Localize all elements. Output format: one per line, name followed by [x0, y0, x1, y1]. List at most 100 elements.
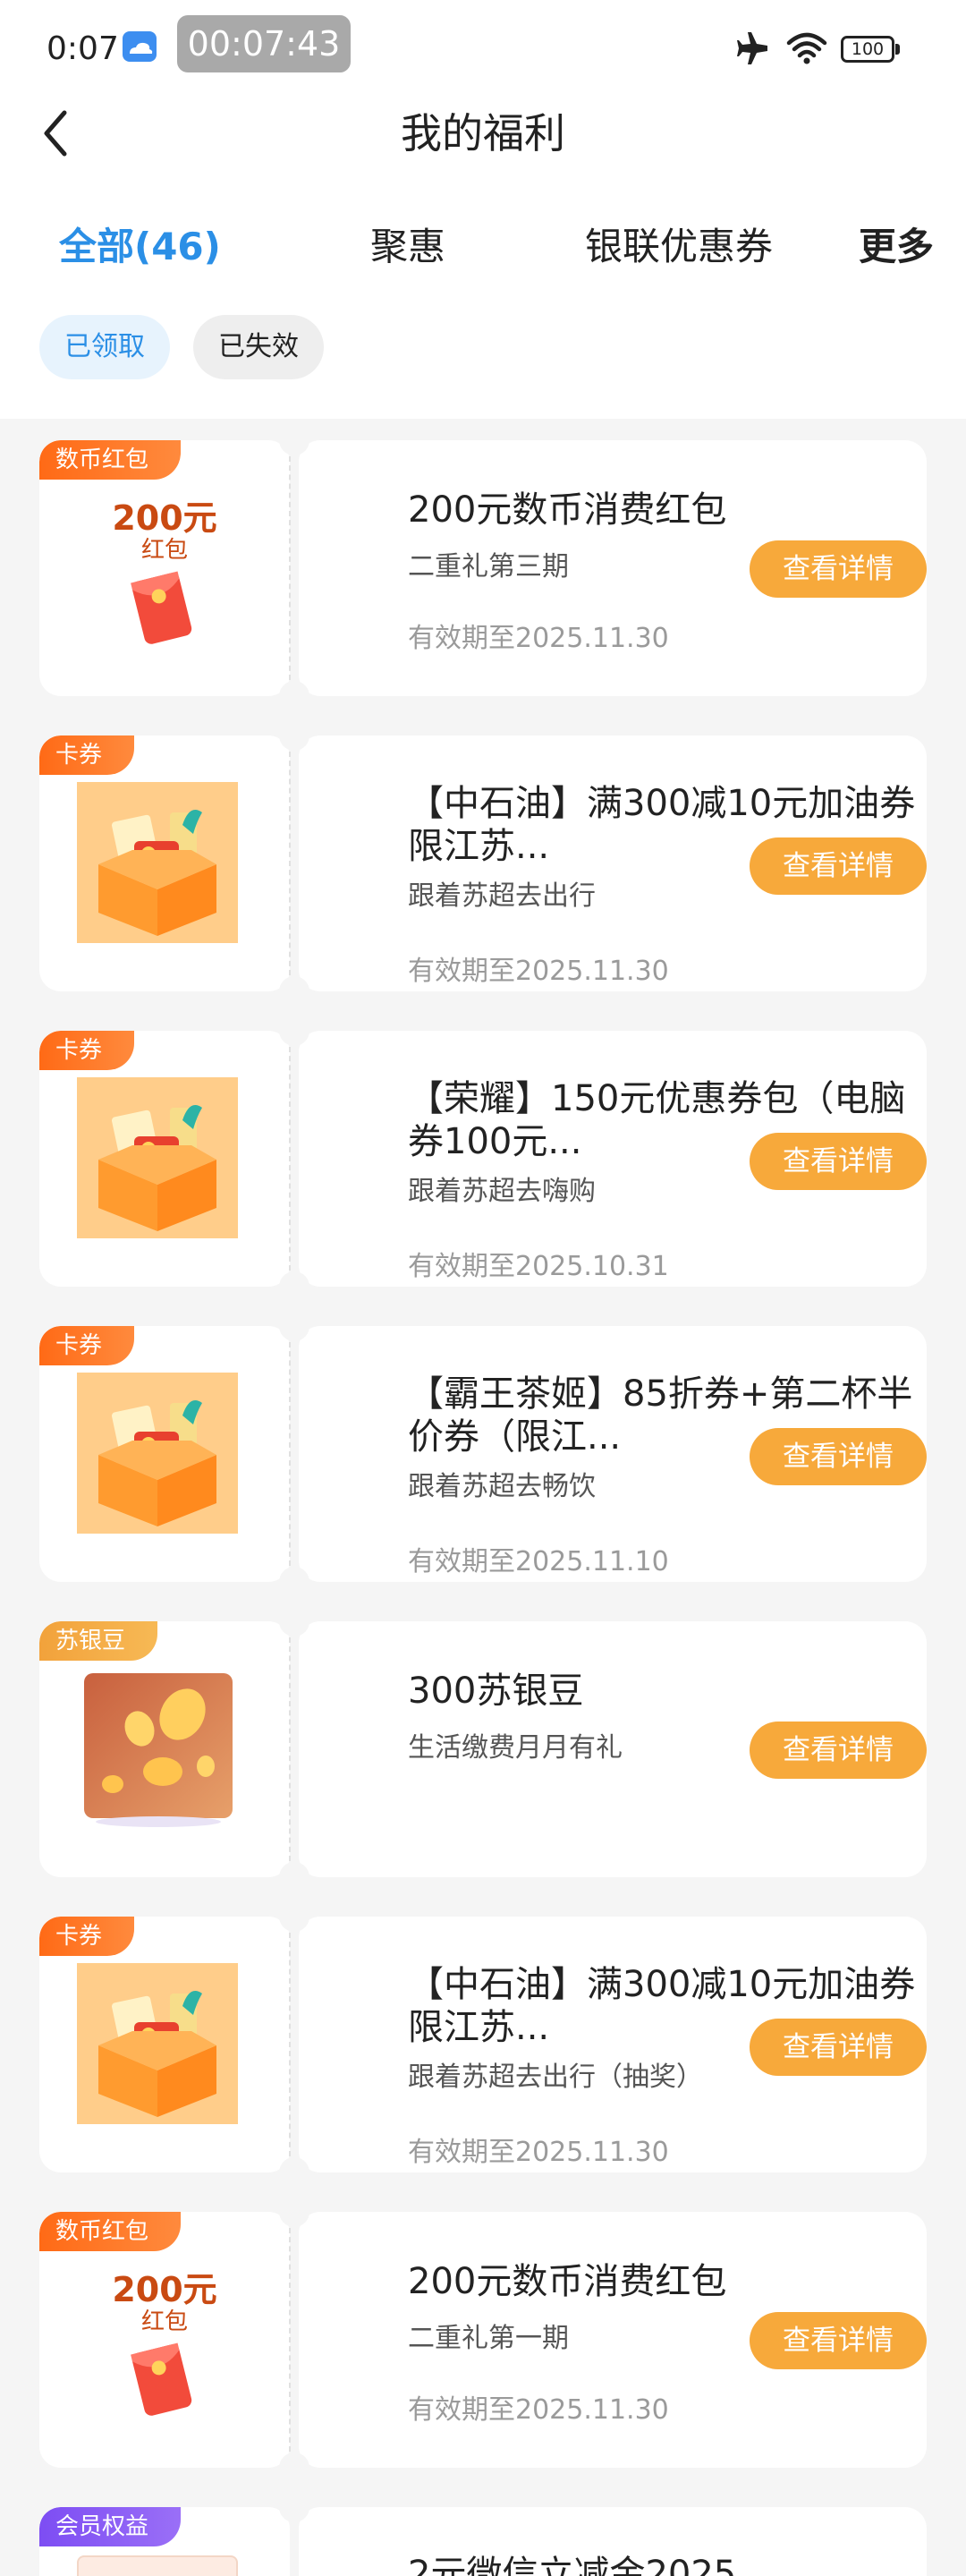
card-thumb-panel: 200元 红包 数币红包 — [39, 440, 290, 696]
hongbao-label: 红包 — [140, 2308, 188, 2335]
tab-unionpay-coupons[interactable]: 银联优惠券 — [585, 211, 773, 283]
ticket-notch — [279, 1311, 309, 1341]
page-title: 我的福利 — [401, 109, 565, 157]
benefit-card[interactable]: 200元 红包 数币红包 200元数币消费红包 二重礼第一期 有效期至2025.… — [39, 2197, 927, 2483]
benefit-expiry: 有效期至2025.10.31 — [408, 1251, 669, 1282]
member-thumb — [77, 2555, 238, 2576]
card-thumb-panel: 苏银豆 — [39, 1621, 290, 1877]
dashed-divider — [289, 456, 291, 680]
benefit-expiry: 有效期至2025.11.30 — [408, 2394, 669, 2426]
benefit-subtitle: 跟着苏超去出行 — [408, 880, 596, 912]
benefit-subtitle: 二重礼第三期 — [408, 551, 569, 582]
benefit-subtitle: 跟着苏超去嗨购 — [408, 1176, 596, 1207]
benefit-card[interactable]: 200元 红包 数币红包 200元数币消费红包 二重礼第三期 有效期至2025.… — [39, 425, 927, 711]
gift-box-icon — [77, 1077, 238, 1238]
benefit-subtitle: 生活缴费月月有礼 — [408, 1732, 623, 1764]
benefit-card[interactable]: 卡券 【霸王茶姬】85折券+第二杯半价券（限江... 跟着苏超去畅饮 有效期至2… — [39, 1311, 927, 1597]
card-info-panel: 300苏银豆 生活缴费月月有礼 查看详情 — [299, 1621, 927, 1877]
red-envelope-icon — [131, 571, 192, 644]
status-bar: 0:07 00:07:43 100 — [0, 0, 966, 89]
benefit-card[interactable]: 卡券 【中石油】满300减10元加油券限江苏... 跟着苏超去出行 有效期至20… — [39, 720, 927, 1007]
tab-juhui[interactable]: 聚惠 — [370, 211, 445, 283]
benefit-subtitle: 跟着苏超去畅饮 — [408, 1471, 596, 1502]
view-details-button[interactable]: 查看详情 — [750, 540, 927, 598]
ticket-notch — [279, 1901, 309, 1932]
benefit-title: 200元数币消费红包 — [408, 489, 727, 531]
card-info-panel: 200元数币消费红包 二重礼第三期 有效期至2025.11.30 查看详情 — [299, 440, 927, 696]
benefit-expiry: 有效期至2025.11.30 — [408, 956, 669, 987]
category-badge: 数币红包 — [39, 2212, 182, 2251]
ticket-notch — [279, 425, 309, 455]
card-thumb-panel: 200元 红包 数币红包 — [39, 2212, 290, 2468]
benefit-card[interactable]: 卡券 【荣耀】150元优惠券包（电脑券100元... 跟着苏超去嗨购 有效期至2… — [39, 1016, 927, 1302]
dashed-divider — [289, 1342, 291, 1566]
battery-icon: 100 — [841, 36, 900, 63]
benefit-subtitle: 二重礼第一期 — [408, 2323, 569, 2354]
card-thumb-panel: 卡券 — [39, 1917, 290, 2172]
card-info-panel: 200元数币消费红包 二重礼第一期 有效期至2025.11.30 查看详情 — [299, 2212, 927, 2468]
benefit-card[interactable]: 苏银豆 300苏银豆 生活缴费月月有礼 查看详情 — [39, 1606, 927, 1892]
hongbao-label: 红包 — [140, 537, 188, 564]
tab-all[interactable]: 全部(46) — [59, 211, 221, 283]
benefit-expiry: 有效期至2025.11.10 — [408, 1546, 669, 1577]
tab-bar: 全部(46) 聚惠 银联优惠券 更多 — [0, 211, 966, 283]
ticket-notch — [279, 976, 309, 1007]
card-info-panel: 【中石油】满300减10元加油券限江苏... 跟着苏超去出行（抽奖） 有效期至2… — [299, 1917, 927, 2172]
nav-bar: 我的福利 — [0, 89, 966, 179]
card-info-panel: 2元微信立减金2025 — [299, 2507, 927, 2576]
view-details-button[interactable]: 查看详情 — [750, 2019, 927, 2076]
category-badge: 卡券 — [39, 1326, 135, 1365]
ticket-notch — [279, 2492, 309, 2522]
category-badge: 卡券 — [39, 1031, 135, 1070]
view-details-button[interactable]: 查看详情 — [750, 1722, 927, 1779]
card-thumb-panel: 卡券 — [39, 735, 290, 991]
benefit-card[interactable]: 卡券 【中石油】满300减10元加油券限江苏... 跟着苏超去出行（抽奖） 有效… — [39, 1901, 927, 2188]
gift-box-icon — [77, 782, 238, 943]
tab-more[interactable]: 更多 — [859, 211, 934, 283]
category-badge: 卡券 — [39, 735, 135, 775]
category-badge: 数币红包 — [39, 440, 182, 480]
dashed-divider — [289, 2228, 291, 2452]
ticket-notch — [279, 2197, 309, 2227]
card-info-panel: 【中石油】满300减10元加油券限江苏... 跟着苏超去出行 有效期至2025.… — [299, 735, 927, 991]
benefit-card[interactable]: 会员权益 2元微信立减金2025 — [39, 2492, 927, 2576]
card-thumb-panel: 卡券 — [39, 1326, 290, 1582]
card-thumb-panel: 会员权益 — [39, 2507, 290, 2576]
benefit-title: 300苏银豆 — [408, 1671, 584, 1712]
category-badge: 苏银豆 — [39, 1621, 158, 1661]
dashed-divider — [289, 1933, 291, 2156]
ticket-notch — [279, 2157, 309, 2188]
view-details-button[interactable]: 查看详情 — [750, 1133, 927, 1190]
view-details-button[interactable]: 查看详情 — [750, 1428, 927, 1485]
filter-claimed[interactable]: 已领取 — [39, 315, 170, 379]
ticket-notch — [279, 1567, 309, 1597]
gift-box-icon — [77, 1963, 238, 2124]
wifi-icon — [786, 32, 827, 64]
ticket-notch — [279, 720, 309, 751]
battery-level: 100 — [841, 36, 894, 63]
beans-icon — [84, 1673, 233, 1827]
benefit-title: 200元数币消费红包 — [408, 2261, 727, 2302]
ticket-notch — [279, 1271, 309, 1302]
red-envelope-icon — [131, 2342, 192, 2416]
screen-recorder-timer[interactable]: 00:07:43 — [177, 15, 351, 72]
dashed-divider — [289, 1637, 291, 1861]
view-details-button[interactable]: 查看详情 — [750, 837, 927, 895]
status-time: 0:07 — [47, 30, 119, 67]
card-info-panel: 【荣耀】150元优惠券包（电脑券100元... 跟着苏超去嗨购 有效期至2025… — [299, 1031, 927, 1287]
benefit-title: 2元微信立减金2025 — [408, 2554, 737, 2576]
view-details-button[interactable]: 查看详情 — [750, 2312, 927, 2369]
benefit-expiry: 有效期至2025.11.30 — [408, 623, 669, 654]
ticket-notch — [279, 2453, 309, 2483]
header-area: 0:07 00:07:43 100 我的福利 全部(46) 聚惠 银联优惠券 更… — [0, 0, 966, 419]
dashed-divider — [289, 1047, 291, 1271]
battery-tip — [895, 44, 900, 55]
category-badge: 卡券 — [39, 1917, 135, 1956]
weather-icon — [123, 31, 157, 62]
benefit-subtitle: 跟着苏超去出行（抽奖） — [408, 2062, 703, 2093]
filter-expired[interactable]: 已失效 — [193, 315, 324, 379]
ticket-notch — [279, 1862, 309, 1892]
card-thumb-panel: 卡券 — [39, 1031, 290, 1287]
dashed-divider — [289, 752, 291, 975]
gift-box-icon — [77, 1373, 238, 1534]
